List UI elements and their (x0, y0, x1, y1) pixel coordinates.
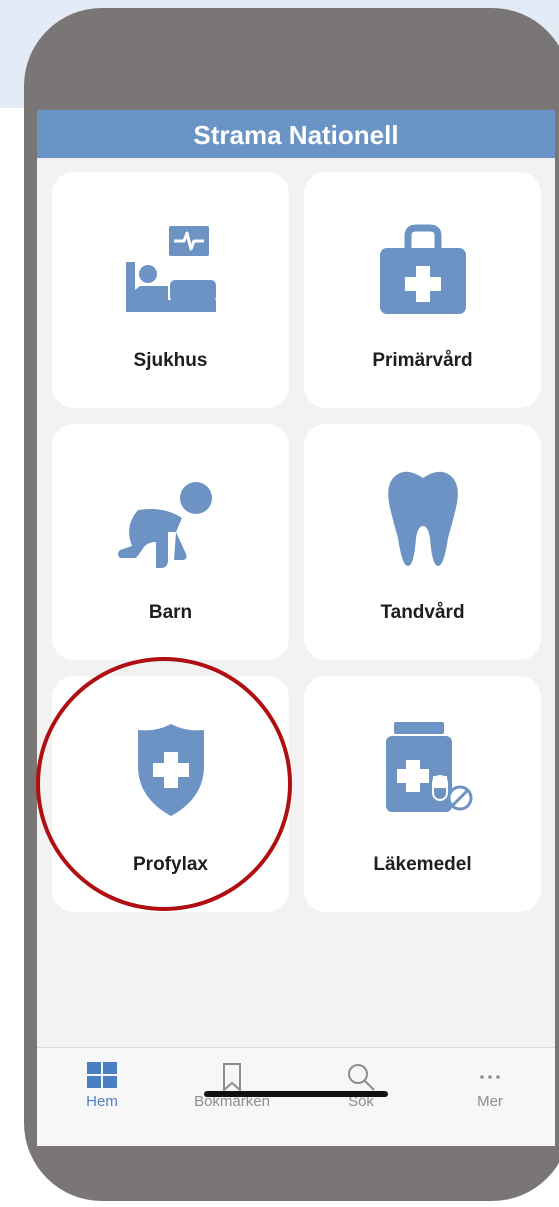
page-title: Strama Nationell (193, 120, 399, 150)
tile-label: Läkemedel (373, 854, 472, 875)
more-icon (480, 1075, 500, 1079)
grid-icon (87, 1062, 117, 1088)
hospital-bed-icon (125, 226, 216, 312)
tab-bar: Hem Bokmärken Sök Mer (37, 1047, 555, 1146)
tile-primarvard[interactable]: Primärvård (304, 172, 541, 408)
tile-label: Tandvård (380, 602, 465, 623)
tile-label: Sjukhus (133, 350, 208, 371)
nav-bar: Strama Nationell (37, 110, 555, 158)
tab-hem[interactable]: Hem (47, 1048, 157, 1118)
highlight-circle (36, 657, 292, 911)
tile-label: Primärvård (372, 350, 473, 371)
tab-bokmarken[interactable]: Bokmärken (177, 1048, 287, 1118)
tab-mer[interactable]: Mer (435, 1048, 545, 1118)
tile-label: Barn (148, 602, 193, 623)
bookmark-icon (223, 1063, 241, 1092)
app-screen: Strama Nationell Sjukhus Primärvård Barn… (37, 110, 555, 1146)
tab-label: Hem (86, 1093, 118, 1110)
search-icon (348, 1064, 375, 1091)
tile-barn[interactable]: Barn (52, 424, 289, 660)
medicine-bottle-icon (385, 722, 472, 812)
tooth-icon (387, 471, 458, 566)
medical-bag-icon (379, 224, 466, 314)
tile-sjukhus[interactable]: Sjukhus (52, 172, 289, 408)
home-indicator[interactable] (204, 1091, 388, 1097)
tab-sok[interactable]: Sök (306, 1048, 416, 1118)
crawling-baby-icon (117, 482, 212, 568)
tab-label: Mer (477, 1093, 503, 1110)
tile-lakemedel[interactable]: Läkemedel (304, 676, 541, 912)
tile-tandvard[interactable]: Tandvård (304, 424, 541, 660)
